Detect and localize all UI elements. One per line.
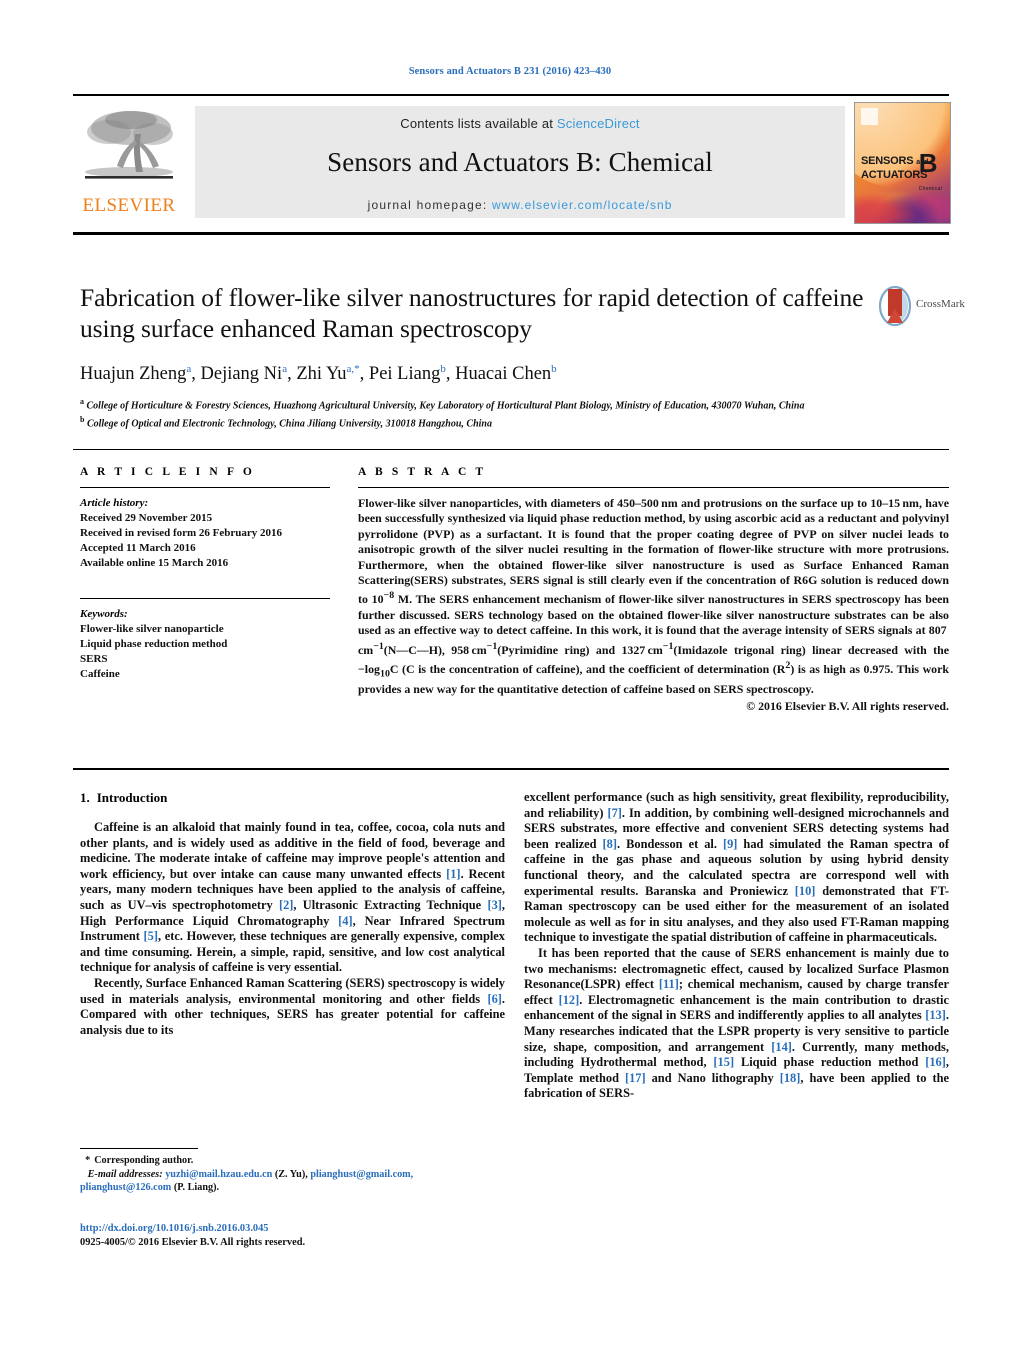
history-item: Received 29 November 2015 [80, 512, 213, 524]
keywords-label: Keywords: [80, 608, 128, 620]
cover-line1: SENSORS [861, 155, 914, 167]
contents-prefix: Contents lists available at [400, 116, 554, 131]
crossmark-badge[interactable]: CrossMark [878, 286, 965, 328]
abstract-paragraph: Flower-like silver nanoparticles, with d… [358, 496, 950, 696]
journal-homepage-link[interactable]: www.elsevier.com/locate/snb [492, 198, 672, 212]
paper-page: Sensors and Actuators B 231 (2016) 423–4… [0, 0, 1020, 1351]
doi-link[interactable]: http://dx.doi.org/10.1016/j.snb.2016.03.… [80, 1222, 540, 1236]
cover-line2: ACTUATORS [861, 169, 928, 181]
abstract-rule [358, 487, 949, 488]
journal-band: Contents lists available at ScienceDirec… [195, 106, 845, 218]
keyword-item: Liquid phase reduction method [80, 638, 228, 650]
cover-volume-sub: Chemical [918, 186, 942, 192]
cover-volume-letter: B Chemical [919, 150, 942, 202]
abstract-copyright: © 2016 Elsevier B.V. All rights reserved… [746, 699, 949, 714]
issn-copyright-line: 0925-4005/© 2016 Elsevier B.V. All right… [80, 1237, 306, 1248]
body-column-left: 1. Introduction Caffeine is an alkaloid t… [80, 790, 505, 1038]
crossmark-icon [878, 286, 912, 326]
email-owner-1: (Z. Yu), [274, 1168, 308, 1180]
keywords-rule [80, 598, 330, 599]
footnote-block: * Corresponding author. E-mail addresses:… [80, 1154, 505, 1195]
journal-cover-thumbnail: SENSORS and ACTUATORS B Chemical [854, 102, 951, 224]
masthead-top-rule [73, 94, 949, 96]
crossmark-label: CrossMark [916, 298, 965, 310]
history-item: Available online 15 March 2016 [80, 557, 229, 569]
cover-elsevier-mark-icon [861, 108, 878, 125]
corresponding-author-line: * Corresponding author. [80, 1154, 505, 1168]
body-paragraph: excellent performance (such as high sens… [524, 790, 949, 945]
author-list: Huajun Zhenga, Dejiang Nia, Zhi Yua,*, P… [80, 363, 557, 385]
abstract-top-rule [73, 449, 949, 450]
homepage-prefix: journal homepage: [367, 198, 488, 212]
elsevier-logo: ELSEVIER [75, 106, 183, 218]
journal-homepage-line: journal homepage: www.elsevier.com/locat… [195, 198, 845, 212]
email-owner-3: (P. Liang). [173, 1182, 220, 1193]
abstract-bottom-rule [73, 768, 949, 770]
affiliation-a-text: College of Horticulture & Forestry Scien… [86, 400, 805, 412]
running-head: Sensors and Actuators B 231 (2016) 423–4… [408, 66, 612, 77]
title-block: Fabrication of flower-like silver nanost… [80, 282, 870, 431]
section-title: Introduction [96, 790, 168, 805]
article-info-column: A R T I C L E I N F O Article history: R… [80, 466, 330, 682]
keyword-item: SERS [80, 653, 108, 665]
body-paragraph: Recently, Surface Enhanced Raman Scatter… [80, 975, 505, 1037]
affiliation-a: a College of Horticulture & Forestry Sci… [80, 397, 805, 412]
elsevier-wordmark: ELSEVIER [82, 195, 176, 216]
affiliation-b-text: College of Optical and Electronic Techno… [86, 418, 492, 430]
footer-identifiers: http://dx.doi.org/10.1016/j.snb.2016.03.… [80, 1222, 540, 1250]
article-info-heading: A R T I C L E I N F O [80, 466, 255, 478]
masthead-bottom-rule [73, 232, 949, 235]
keyword-item: Flower-like silver nanoparticle [80, 623, 224, 635]
history-item: Accepted 11 March 2016 [80, 542, 196, 554]
affiliation-b: b College of Optical and Electronic Tech… [80, 414, 492, 430]
email-label: E-mail addresses: [87, 1168, 163, 1180]
footnote-rule [80, 1148, 198, 1149]
article-info-rule [80, 487, 330, 488]
email-link-2[interactable]: plianghust@gmail.com, [310, 1169, 413, 1180]
article-history-label: Article history: [80, 497, 149, 509]
abstract-body: Flower-like silver nanoparticles, with d… [358, 496, 949, 697]
section-number: 1. [80, 790, 90, 805]
journal-title: Sensors and Actuators B: Chemical [327, 147, 713, 177]
keyword-item: Caffeine [80, 668, 120, 680]
body-paragraph: It has been reported that the cause of S… [524, 945, 949, 1101]
email-addresses-line: E-mail addresses: yuzhi@mail.hzau.edu.cn… [80, 1168, 505, 1195]
history-item: Received in revised form 26 February 201… [80, 527, 283, 539]
affiliations: a College of Horticulture & Forestry Sci… [80, 395, 870, 431]
email-link-1[interactable]: yuzhi@mail.hzau.edu.cn [165, 1169, 272, 1180]
body-text-right: excellent performance (such as high sens… [524, 790, 949, 1102]
section-heading-introduction: 1. Introduction [80, 790, 505, 806]
corresponding-star: * [85, 1155, 91, 1166]
body-text-left: Caffeine is an alkaloid that mainly foun… [80, 820, 505, 1038]
body-paragraph: Caffeine is an alkaloid that mainly foun… [80, 820, 505, 975]
email-link-3[interactable]: plianghust@126.com [80, 1182, 171, 1193]
contents-available-line: Contents lists available at ScienceDirec… [195, 106, 845, 131]
corresponding-text: Corresponding author. [94, 1155, 194, 1166]
page-title: Fabrication of flower-like silver nanost… [80, 283, 864, 343]
body-column-right: excellent performance (such as high sens… [524, 790, 949, 1102]
journal-masthead: ELSEVIER Contents lists available at Sci… [73, 94, 951, 235]
elsevier-tree-icon [85, 111, 173, 179]
abstract-heading: A B S T R A C T [358, 466, 487, 478]
cover-volume-letter-text: B [918, 148, 938, 178]
sciencedirect-link[interactable]: ScienceDirect [557, 116, 640, 131]
abstract-column: A B S T R A C T Flower-like silver nanop… [358, 466, 949, 714]
